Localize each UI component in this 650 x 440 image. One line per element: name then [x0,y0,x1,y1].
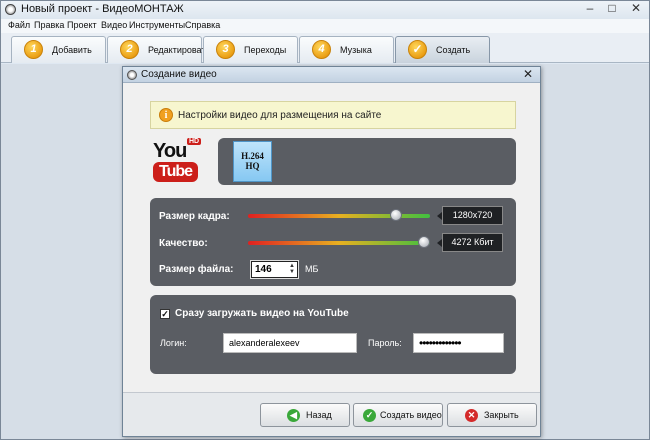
create-video-dialog: Создание видео ✕ i Настройки видео для р… [122,66,541,437]
info-bar: i Настройки видео для размещения на сайт… [150,101,516,129]
frame-size-value: 1280x720 [437,206,503,225]
quality-label: Качество: [159,238,208,249]
menu-tools[interactable]: Инструменты [129,20,185,30]
youtube-logo: You HD Tube [151,138,203,186]
maximize-icon[interactable]: □ [601,1,623,17]
tab-transitions[interactable]: 3 Переходы [203,36,298,63]
quality-slider[interactable] [248,236,430,248]
format-codec: H.264 [241,151,264,161]
menu-project[interactable]: Проект [67,20,97,30]
info-icon: i [159,108,173,122]
upload-label: Сразу загружать видео на YouTube [175,308,349,319]
checkmark-icon: ✓ [408,40,427,59]
format-h264-hq[interactable]: H.264 HQ [233,141,272,182]
menu-bar: Файл Правка Проект Видео Инструменты Спр… [1,19,649,33]
menu-file[interactable]: Файл [8,20,30,30]
stepper-arrows-icon[interactable]: ▲ ▼ [289,263,295,275]
create-video-button-label: Создать видео [380,410,442,420]
window-title: Новый проект - ВидеоМОНТАЖ [21,3,184,15]
file-size-unit: МБ [305,264,319,274]
menu-help[interactable]: Справка [185,20,220,30]
step-1-badge: 1 [24,40,43,59]
frame-size-label: Размер кадра: [159,211,230,222]
youtube-logo-you: You [153,140,187,162]
settings-panel: Размер кадра: 1280x720 Качество: 4272 Кб… [150,198,516,286]
dialog-close-icon[interactable]: ✕ [520,67,536,82]
quality-value: 4272 Кбит [437,233,503,252]
tab-edit[interactable]: 2 Редактировать [107,36,210,63]
login-field[interactable]: alexanderalexeev [223,333,357,353]
format-quality: HQ [245,161,260,171]
file-size-value: 146 [255,264,272,275]
app-icon [5,4,16,15]
checkmark-icon: ✓ [363,409,376,422]
step-4-badge: 4 [312,40,331,59]
dialog-title: Создание видео [141,69,217,80]
step-2-badge: 2 [120,40,139,59]
button-bar: ◀ Назад ✓ Создать видео ✕ Закрыть [123,392,540,436]
tab-music-label: Музыка [340,45,372,55]
upload-panel: ✓ Сразу загружать видео на YouTube Логин… [150,295,516,374]
tab-add-label: Добавить [52,45,92,55]
password-field[interactable]: ••••••••••••• [413,333,504,353]
quality-slider-handle[interactable] [418,236,430,248]
title-bar: Новый проект - ВидеоМОНТАЖ – □ ✕ [1,1,649,19]
back-button[interactable]: ◀ Назад [260,403,350,427]
tab-add[interactable]: 1 Добавить [11,36,106,63]
close-icon[interactable]: ✕ [625,1,647,17]
dialog-app-icon [127,70,137,80]
password-label: Пароль: [368,338,402,348]
tab-music[interactable]: 4 Музыка [299,36,394,63]
close-button-label: Закрыть [484,410,519,420]
hd-badge: HD [187,138,202,145]
youtube-logo-tube: Tube [153,162,198,182]
tab-edit-label: Редактировать [148,45,211,55]
create-video-button[interactable]: ✓ Создать видео [353,403,443,427]
steps-bar: 1 Добавить 2 Редактировать 3 Переходы 4 … [1,33,649,63]
back-button-label: Назад [306,410,332,420]
dialog-title-bar: Создание видео ✕ [123,67,540,83]
file-size-stepper[interactable]: 146 ▲ ▼ [251,261,298,278]
file-size-label: Размер файла: [159,264,234,275]
menu-video[interactable]: Видео [101,20,127,30]
menu-edit[interactable]: Правка [34,20,64,30]
step-3-badge: 3 [216,40,235,59]
upload-checkbox[interactable]: ✓ [160,309,170,319]
format-panel: H.264 HQ [218,138,516,185]
tab-create-label: Создать [436,45,471,55]
login-label: Логин: [160,338,187,348]
tab-create[interactable]: ✓ Создать [395,36,490,63]
minimize-icon[interactable]: – [579,1,601,17]
tab-transitions-label: Переходы [244,45,287,55]
close-x-icon: ✕ [465,409,478,422]
close-button[interactable]: ✕ Закрыть [447,403,537,427]
info-text: Настройки видео для размещения на сайте [178,110,382,121]
frame-size-slider-handle[interactable] [389,209,402,221]
arrow-left-icon: ◀ [287,409,300,422]
frame-size-slider[interactable] [248,209,430,221]
